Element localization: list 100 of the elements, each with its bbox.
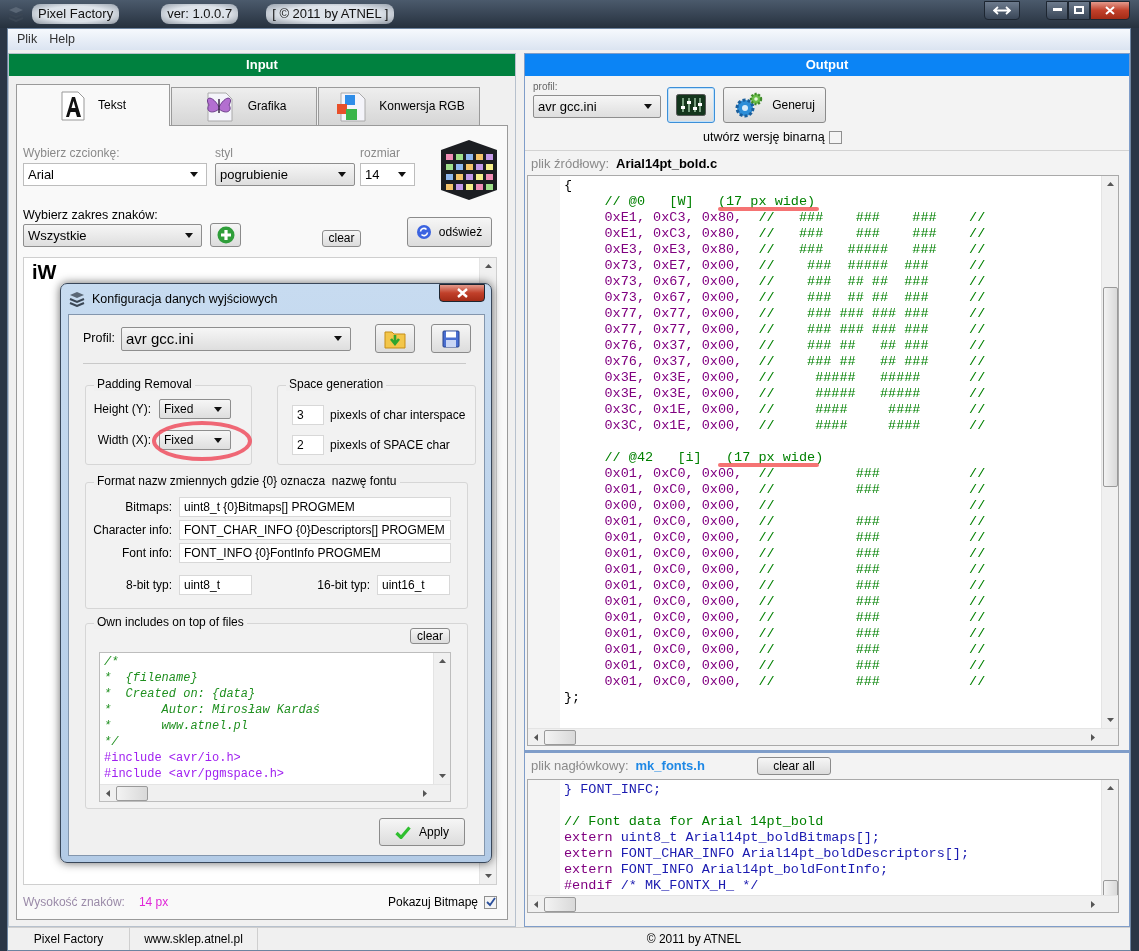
code-line: 0x3C, 0x1E, 0x00, // #### #### // xyxy=(603,402,986,418)
input-field[interactable]: FONT_INFO {0}FontInfo PROGMEM xyxy=(179,543,451,563)
code-line: // Font data for Arial 14pt_bold xyxy=(564,814,824,830)
code-line: 0x01, 0xC0, 0x00, // ### // xyxy=(603,674,986,690)
code-editor[interactable] xyxy=(527,779,1119,913)
minimize-icon xyxy=(1052,8,1062,12)
vertical-scrollbar[interactable] xyxy=(433,653,450,784)
minimize-button[interactable] xyxy=(1046,0,1068,20)
mode-select[interactable]: Fixed xyxy=(159,430,231,450)
code-line: 0x3E, 0x3E, 0x00, // ##### ##### // xyxy=(603,370,986,386)
down-arrow-icon xyxy=(438,774,446,778)
tab[interactable]: Grafika xyxy=(171,87,317,125)
status-text: Pixel Factory xyxy=(8,928,130,950)
caret-icon xyxy=(398,172,406,177)
code-line: /* xyxy=(104,654,119,670)
profile-select[interactable]: avr gcc.ini xyxy=(120,326,351,351)
caret-icon xyxy=(190,172,198,177)
font-select[interactable]: Arial xyxy=(23,163,207,186)
checkbox[interactable] xyxy=(828,131,842,144)
field-label: Wybierz czcionkę: xyxy=(23,146,121,162)
input-field[interactable]: uint16_t xyxy=(377,575,450,595)
profile-select[interactable]: avr gcc.ini xyxy=(533,95,661,118)
scroll-thumb[interactable] xyxy=(1102,287,1118,487)
text-area[interactable]: /* * {filename} * Created on: {data} * Autor: Mirosław Kardaś * www.atnel.pl */ #include <avr/io.h> #include <avr/pgmspace.h> xyxy=(99,652,451,802)
file-name: mk_fonts.h xyxy=(635,758,705,774)
code-line: 0x3C, 0x1E, 0x00, // #### #### // xyxy=(603,418,986,434)
left-arrow-icon xyxy=(534,900,538,908)
apply-button[interactable]: Apply xyxy=(379,818,465,846)
plus-icon xyxy=(216,226,235,244)
scroll-thumb[interactable] xyxy=(544,729,576,745)
input-field[interactable]: uint8_t xyxy=(179,575,252,595)
horizontal-scrollbar[interactable] xyxy=(100,784,450,801)
code-line: 0x01, 0xC0, 0x00, // ### // xyxy=(603,658,986,674)
code-line: 0x77, 0x77, 0x00, // ### ### ### ### // xyxy=(603,306,986,322)
input-field[interactable]: 2 xyxy=(292,435,324,455)
code-line: 0x01, 0xC0, 0x00, // ### // xyxy=(603,546,986,562)
input-field[interactable]: uint8_t {0}Bitmaps[] PROGMEM xyxy=(179,497,451,517)
code-line: 0x01, 0xC0, 0x00, // ### // xyxy=(603,626,986,642)
save-icon xyxy=(441,329,460,348)
up-arrow-icon xyxy=(1106,786,1114,790)
size-select[interactable]: 14 xyxy=(360,163,415,186)
mode-select[interactable]: Fixed xyxy=(159,399,231,419)
range-select[interactable]: Wszystkie xyxy=(23,224,202,247)
generate-button[interactable]: Generuj xyxy=(723,87,826,123)
settings-button[interactable] xyxy=(667,87,715,123)
field-label: 16-bit typ: xyxy=(316,577,371,593)
save-button[interactable] xyxy=(430,324,471,353)
code-line: { xyxy=(564,178,573,194)
field-label: styl xyxy=(215,146,234,162)
style-select[interactable]: pogrubienie xyxy=(215,163,355,186)
code-line: */ xyxy=(104,734,119,750)
code-editor[interactable] xyxy=(527,175,1119,746)
code-line: * Created on: {data} xyxy=(104,686,256,702)
refresh-button[interactable]: odśwież xyxy=(407,217,492,247)
horizontal-scrollbar[interactable] xyxy=(528,728,1118,745)
menu-item[interactable]: Plik xyxy=(12,32,43,47)
field-label: profil: xyxy=(533,81,559,94)
add-button[interactable] xyxy=(210,223,241,247)
open-button[interactable] xyxy=(374,324,415,353)
code-line: 0x01, 0xC0, 0x00, // ### // xyxy=(603,482,986,498)
vertical-scrollbar[interactable] xyxy=(1101,780,1118,895)
maximize-button[interactable] xyxy=(1068,0,1090,20)
vertical-scrollbar[interactable] xyxy=(1101,176,1118,728)
status-text: www.sklep.atnel.pl xyxy=(130,928,258,950)
down-arrow-icon xyxy=(484,874,492,878)
clear-all-button[interactable]: clear all xyxy=(756,757,831,775)
code-line: extern FONT_CHAR_INFO Arial14pt_boldDescriptors[]; xyxy=(564,846,970,862)
scroll-thumb[interactable] xyxy=(116,785,148,801)
input-field[interactable]: 3 xyxy=(292,405,324,425)
close-button[interactable] xyxy=(439,284,485,302)
code-line: #include <avr/pgmspace.h> xyxy=(104,766,285,782)
horizontal-scrollbar[interactable] xyxy=(528,895,1118,912)
folder-icon xyxy=(383,328,406,349)
right-arrow-icon xyxy=(423,789,427,797)
close-button[interactable] xyxy=(1090,0,1130,20)
group-title: Own includes on top of files xyxy=(94,615,247,630)
clear-button[interactable]: clear xyxy=(322,230,361,247)
double-arrow-icon xyxy=(993,5,1011,15)
scroll-thumb[interactable] xyxy=(544,896,576,912)
input-field[interactable]: FONT_CHAR_INFO {0}Descriptors[] PROGMEM xyxy=(179,520,451,540)
caret-icon xyxy=(214,437,222,443)
up-arrow-icon xyxy=(1106,182,1114,186)
field-label: Font info: xyxy=(120,545,173,561)
checkbox[interactable] xyxy=(484,895,497,909)
sliders-icon xyxy=(676,94,706,116)
group-title: Space generation xyxy=(286,377,387,392)
caret-icon xyxy=(338,172,346,177)
caret-icon xyxy=(185,233,193,238)
code-line: #endif /* MK_FONTX_H_ */ xyxy=(564,878,759,894)
field-label: plik źródłowy: xyxy=(531,156,610,172)
tab[interactable]: Tekst xyxy=(16,84,170,126)
code-line: 0xE3, 0xE3, 0x80, // ### ##### ### // xyxy=(603,242,986,258)
checkbox-label: utwórz wersję binarną xyxy=(703,130,825,145)
right-arrow-icon xyxy=(1091,733,1095,741)
resize-button[interactable] xyxy=(984,0,1020,20)
menu-item[interactable]: Help xyxy=(44,32,80,47)
tab[interactable]: Konwersja RGB xyxy=(318,87,480,125)
field-label: rozmiar xyxy=(360,146,401,162)
gears-icon xyxy=(734,91,765,119)
clear-button[interactable]: clear xyxy=(410,628,450,644)
